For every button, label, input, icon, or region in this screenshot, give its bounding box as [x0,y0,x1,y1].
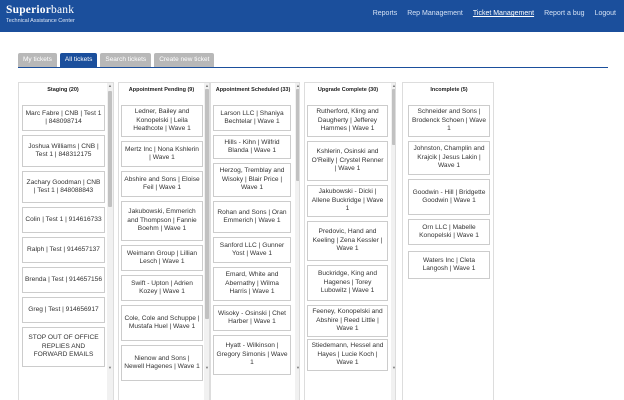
board-column: Upgrade Complete (30) Rutherford, Kling a… [304,82,396,400]
brand-logo[interactable]: Superiorbank Technical Assistance Center [6,4,75,25]
tab-search-tickets[interactable]: Search tickets [100,53,152,67]
ticket-card[interactable]: Weimann Group | Lillian Lesch | Wave 1 [121,245,203,271]
ticket-card[interactable]: Abshire and Sons | Eloise Feil | Wave 1 [121,171,203,197]
tab-create-ticket[interactable]: Create new ticket [154,53,215,67]
nav-rep-management[interactable]: Rep Management [407,10,463,17]
column-scrollbar[interactable]: ▲ ▼ [391,83,395,400]
ticket-card[interactable]: Rohan and Sons | Oran Emmerich | Wave 1 [213,201,291,233]
ticket-card[interactable]: Cole, Cole and Schuppe | Mustafa Huel | … [121,305,203,341]
ticket-card[interactable]: Mertz Inc | Nona Kshlerin | Wave 1 [121,141,203,167]
ticket-card[interactable]: Kshlerin, Osinski and O'Reilly | Crystel… [307,141,388,181]
brand-subtitle: Technical Assistance Center [6,18,75,24]
tab-divider [18,67,608,68]
nav-report-bug[interactable]: Report a bug [544,10,584,17]
column-title: Appointment Pending (9) [128,87,195,93]
ticket-card[interactable]: Stiedemann, Hessel and Hayes | Lucie Koc… [307,339,388,371]
ticket-card[interactable]: Ledner, Bailey and Konopelski | Leila He… [121,105,203,137]
ticket-card[interactable]: Waters Inc | Cleta Langosh | Wave 1 [408,251,490,279]
ticket-card[interactable]: Predovic, Hand and Keeling | Zena Kessle… [307,221,388,261]
ticket-card[interactable]: Marc Fabre | CNB | Test 1 | 848098714 [22,105,105,131]
brand-name-bold: Superior [6,4,52,16]
scroll-down-icon[interactable]: ▼ [107,365,113,371]
board-column: Staging (20) Marc Fabre | CNB | Test 1 | … [18,82,114,400]
ticket-card[interactable]: Schneider and Sons | Brodenck Schoen | W… [408,105,490,137]
ticket-card[interactable]: Orn LLC | Mabelle Konopelski | Wave 1 [408,219,490,245]
column-title: Staging (20) [47,87,79,93]
scrollbar-thumb[interactable] [108,91,112,207]
ticket-card[interactable]: Hills - Kihn | Wilfrid Blanda | Wave 1 [213,135,291,159]
ticket-card[interactable]: Nienow and Sons | Newell Hagenes | Wave … [121,345,203,381]
ticket-card[interactable]: Hyatt - Wilkinson | Gregory Simonis | Wa… [213,335,291,375]
ticket-tabs: My tickets All tickets Search tickets Cr… [18,53,215,67]
tab-my-tickets[interactable]: My tickets [18,53,57,67]
ticket-card[interactable]: Joshua Williams | CNB | Test 1 | 8483121… [22,135,105,167]
ticket-card[interactable]: Larson LLC | Shaniya Bechtelar | Wave 1 [213,105,291,131]
scroll-down-icon[interactable]: ▼ [391,365,395,371]
ticket-card[interactable]: Zachary Goodman | CNB | Test 1 | 8480888… [22,171,105,203]
ticket-card[interactable]: Emard, White and Abernathy | Wilma Harri… [213,267,291,301]
scrollbar-thumb[interactable] [205,89,209,319]
ticket-card[interactable]: Swift - Upton | Adrien Kozey | Wave 1 [121,275,203,301]
main-nav: Reports Rep Management Ticket Management… [373,10,616,17]
scroll-down-icon[interactable]: ▼ [295,365,299,371]
ticket-card[interactable]: Jakubowski - Dicki | Allene Buckridge | … [307,185,388,217]
ticket-card[interactable]: STOP OUT OF OFFICE REPLIES AND FORWARD E… [22,327,105,367]
top-navbar: Superiorbank Technical Assistance Center… [0,0,624,32]
nav-logout[interactable]: Logout [595,10,616,17]
column-scrollbar[interactable]: ▲ ▼ [295,83,299,400]
scrollbar-thumb[interactable] [392,89,395,145]
ticket-card[interactable]: Feeney, Konopelski and Abshire | Reed Li… [307,305,388,337]
column-title: Appointment Scheduled (33) [215,87,291,93]
scrollbar-thumb[interactable] [296,89,299,181]
ticket-card[interactable]: Sanford LLC | Gunner Yost | Wave 1 [213,237,291,263]
nav-reports[interactable]: Reports [373,10,398,17]
nav-ticket-management[interactable]: Ticket Management [473,10,534,17]
scroll-up-icon[interactable]: ▲ [107,83,113,89]
ticket-card[interactable]: Johnston, Champlin and Krajcik | Jesus L… [408,141,490,175]
board-column: Appointment Pending (9) Ledner, Bailey an… [118,82,210,400]
board-column: Incomplete (5) Schneider and Sons | Brode… [402,82,494,400]
brand-name-rest: bank [51,4,75,16]
tab-all-tickets[interactable]: All tickets [59,53,98,67]
ticket-card[interactable]: Brenda | Test | 914657156 [22,267,105,293]
ticket-card[interactable]: Rutherford, Kling and Daugherty | Jeffer… [307,105,388,137]
column-title: Upgrade Complete (30) [317,87,379,93]
column-title: Incomplete (5) [430,87,468,93]
ticket-card[interactable]: Herzog, Tremblay and Wisoky | Blair Pric… [213,163,291,197]
column-scrollbar[interactable]: ▲ ▼ [107,83,113,400]
ticket-card[interactable]: Wisoky - Osinski | Chet Harber | Wave 1 [213,305,291,331]
ticket-card[interactable]: Greg | Test | 914656917 [22,297,105,323]
ticket-card[interactable]: Ralph | Test | 914657137 [22,237,105,263]
ticket-card[interactable]: Jakubowski, Emmerich and Thompson | Fann… [121,201,203,241]
ticket-card[interactable]: Colin | Test 1 | 914616733 [22,207,105,233]
ticket-card[interactable]: Goodwin - Hill | Bridgette Goodwin | Wav… [408,179,490,215]
board-column: Appointment Scheduled (33) Larson LLC | S… [210,82,300,400]
ticket-card[interactable]: Buckridge, King and Hagenes | Torey Lubo… [307,265,388,301]
